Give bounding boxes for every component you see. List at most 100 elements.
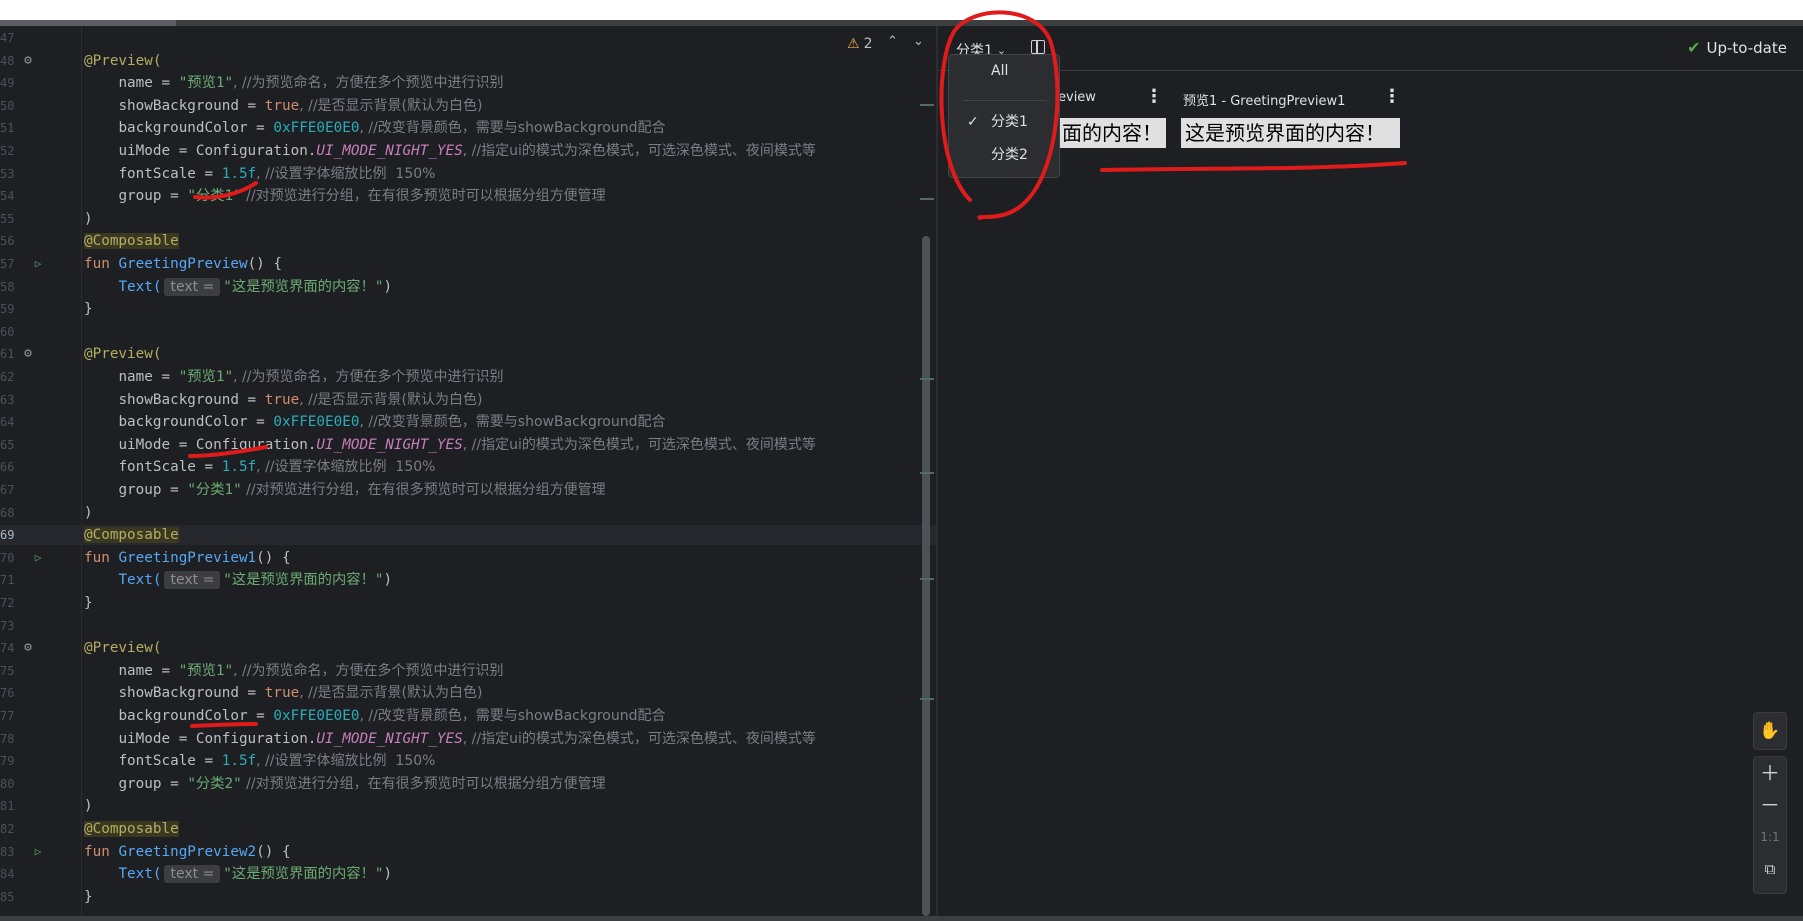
string-token: "预览1" xyxy=(178,75,234,92)
zoom-ratio[interactable]: 1:1 xyxy=(1754,821,1786,853)
code-line[interactable]: 59} xyxy=(0,299,936,319)
code-line[interactable]: 74 ⚙ @Preview( xyxy=(0,638,936,658)
parameter-hint: text = xyxy=(164,571,221,590)
code-line[interactable]: 72} xyxy=(0,593,936,613)
code-line[interactable]: 64 backgroundColor = 0xFFE0E0E0, //改变背景颜… xyxy=(0,412,936,432)
preview-render[interactable]: 这是预览界面的内容！ xyxy=(1181,118,1400,148)
code-line[interactable]: 67 group = "分类1" //对预览进行分组，在有很多预览时可以根据分组… xyxy=(0,480,936,500)
code-text: group = "分类1" //对预览进行分组，在有很多预览时可以根据分组方便管… xyxy=(84,186,606,206)
code-line[interactable]: 69 @Composable xyxy=(0,525,936,546)
code-line[interactable]: 80 group = "分类2" //对预览进行分组，在有很多预览时可以根据分组… xyxy=(0,774,936,794)
menu-item-group2[interactable]: 分类2 xyxy=(949,143,1061,167)
code-line[interactable]: 48 ⚙ @Preview( xyxy=(0,51,936,71)
code-token: name = xyxy=(118,662,179,679)
annotation-token: @Composable xyxy=(84,821,179,837)
code-line[interactable]: 76 showBackground = true, //是否显示背景(默认为白色… xyxy=(0,683,936,703)
code-token: group = xyxy=(118,482,188,498)
comment-token: , //设置字体缩放比例 150% xyxy=(256,459,436,476)
scroll-marker xyxy=(920,104,934,106)
pan-tool[interactable]: ✋ xyxy=(1753,712,1787,750)
more-options-icon[interactable]: ⋮ xyxy=(1145,86,1163,107)
code-line[interactable]: 62 name = "预览1", //为预览命名，方便在多个预览中进行识别 xyxy=(0,367,936,387)
string-token: "分类1" xyxy=(187,482,242,498)
code-line[interactable]: 60 xyxy=(0,322,936,342)
menu-item-all[interactable]: All xyxy=(949,59,1061,83)
code-text: showBackground = true, //是否显示背景(默认为白色) xyxy=(84,390,482,410)
code-line[interactable]: 85} xyxy=(0,887,936,907)
code-line[interactable]: 79 fontScale = 1.5f, //设置字体缩放比例 150% xyxy=(0,751,936,771)
scroll-marker xyxy=(920,578,934,580)
code-text: showBackground = true, //是否显示背景(默认为白色) xyxy=(84,683,482,703)
code-line[interactable]: 52 uiMode = Configuration.UI_MODE_NIGHT_… xyxy=(0,141,936,161)
parameter-hint: text = xyxy=(164,865,221,884)
zoom-controls: ＋ － 1:1 ⧉ xyxy=(1753,756,1787,894)
code-line[interactable]: 84 Text(text = "这是预览界面的内容！") xyxy=(0,864,936,884)
code-line[interactable]: 81) xyxy=(0,796,936,816)
line-number: 52 xyxy=(0,144,15,158)
code-text: uiMode = Configuration.UI_MODE_NIGHT_YES… xyxy=(84,141,815,161)
more-options-icon[interactable]: ⋮ xyxy=(1383,86,1401,107)
code-line[interactable]: 51 backgroundColor = 0xFFE0E0E0, //改变背景颜… xyxy=(0,118,936,138)
window-top-strip xyxy=(0,0,1803,20)
preview-render[interactable]: 面的内容！ xyxy=(1058,118,1166,148)
code-token: fontScale = xyxy=(118,753,222,770)
editor-vertical-scrollbar[interactable] xyxy=(922,236,930,916)
code-line[interactable]: 66 fontScale = 1.5f, //设置字体缩放比例 150% xyxy=(0,457,936,477)
run-gutter-icon[interactable]: ▷ xyxy=(31,257,45,271)
number-token: 0xFFE0E0E0 xyxy=(273,120,360,137)
code-line[interactable]: 75 name = "预览1", //为预览命名，方便在多个预览中进行识别 xyxy=(0,661,936,681)
group-dropdown-menu: All ✓ 分类1 分类2 xyxy=(948,54,1060,178)
code-line[interactable]: 71 Text(text = "这是预览界面的内容！") xyxy=(0,570,936,590)
code-line[interactable]: 73 xyxy=(0,616,936,636)
code-text: fontScale = 1.5f, //设置字体缩放比例 150% xyxy=(84,751,435,771)
code-line[interactable]: 65 uiMode = Configuration.UI_MODE_NIGHT_… xyxy=(0,435,936,455)
line-number: 47 xyxy=(0,31,15,45)
code-line[interactable]: 54 group = "分类1" //对预览进行分组，在有很多预览时可以根据分组… xyxy=(0,186,936,206)
run-gutter-icon[interactable]: ▷ xyxy=(31,845,45,859)
gear-icon[interactable]: ⚙ xyxy=(21,641,35,655)
comment-token: , //改变背景颜色，需要与showBackground配合 xyxy=(359,120,666,137)
code-line[interactable]: 53 fontScale = 1.5f, //设置字体缩放比例 150% xyxy=(0,164,936,184)
line-number: 79 xyxy=(0,754,15,769)
code-text: Text(text = "这是预览界面的内容！") xyxy=(84,570,392,590)
zoom-in-icon[interactable]: ＋ xyxy=(1754,757,1786,789)
comment-token: , //指定ui的模式为深色模式，可选深色模式、夜间模式等 xyxy=(462,436,816,453)
code-line[interactable]: 68) xyxy=(0,503,936,523)
code-line[interactable]: 56 @Composable xyxy=(0,231,936,251)
code-line[interactable]: 61 ⚙ @Preview( xyxy=(0,344,936,364)
comment-token: //对预览进行分组，在有很多预览时可以根据分组方便管理 xyxy=(241,188,606,205)
code-line[interactable]: 58 Text(text = "这是预览界面的内容！") xyxy=(0,277,936,297)
zoom-out-icon[interactable]: － xyxy=(1754,789,1786,821)
code-line[interactable]: 57 ▷ fun GreetingPreview() { xyxy=(0,254,936,274)
code-line[interactable]: 47 xyxy=(0,28,936,48)
menu-item-group1[interactable]: ✓ 分类1 xyxy=(949,110,1061,134)
pan-hand-icon[interactable]: ✋ xyxy=(1754,713,1786,749)
code-line[interactable]: 63 showBackground = true, //是否显示背景(默认为白色… xyxy=(0,390,936,410)
code-text: uiMode = Configuration.UI_MODE_NIGHT_YES… xyxy=(84,729,815,749)
code-token: showBackground = xyxy=(118,685,265,702)
code-token: uiMode = Configuration. xyxy=(118,143,317,159)
code-line[interactable]: 50 showBackground = true, //是否显示背景(默认为白色… xyxy=(0,96,936,116)
number-token: 1.5f xyxy=(221,753,257,770)
code-line[interactable]: 82 @Composable xyxy=(0,819,936,839)
code-text: @Preview( xyxy=(84,51,161,71)
comment-token: , //是否显示背景(默认为白色) xyxy=(299,97,483,114)
code-line[interactable]: 70 ▷ fun GreetingPreview1() { xyxy=(0,548,936,568)
keyword-token: fun xyxy=(84,256,119,272)
code-line[interactable]: 77 backgroundColor = 0xFFE0E0E0, //改变背景颜… xyxy=(0,706,936,726)
run-gutter-icon[interactable]: ▷ xyxy=(31,551,45,565)
layout-toggle-icon[interactable] xyxy=(1031,40,1045,54)
line-number: 57 xyxy=(0,257,15,271)
code-line[interactable]: 55) xyxy=(0,209,936,229)
line-number: 56 xyxy=(0,234,15,249)
code-editor[interactable]: ⚠ 2 ⌃ ⌄ 47 48 ⚙ @Preview(49 name = "预览1", /… xyxy=(0,26,936,916)
code-line[interactable]: 49 name = "预览1", //为预览命名，方便在多个预览中进行识别 xyxy=(0,73,936,93)
gear-icon[interactable]: ⚙ xyxy=(21,347,35,361)
code-text: backgroundColor = 0xFFE0E0E0, //改变背景颜色，需… xyxy=(84,706,665,726)
code-line[interactable]: 78 uiMode = Configuration.UI_MODE_NIGHT_… xyxy=(0,729,936,749)
code-line[interactable]: 83 ▷ fun GreetingPreview2() { xyxy=(0,842,936,862)
zoom-fit-icon[interactable]: ⧉ xyxy=(1754,853,1786,885)
code-text: showBackground = true, //是否显示背景(默认为白色) xyxy=(84,96,482,116)
number-token: 1.5f xyxy=(221,459,257,476)
gear-icon[interactable]: ⚙ xyxy=(21,53,35,68)
